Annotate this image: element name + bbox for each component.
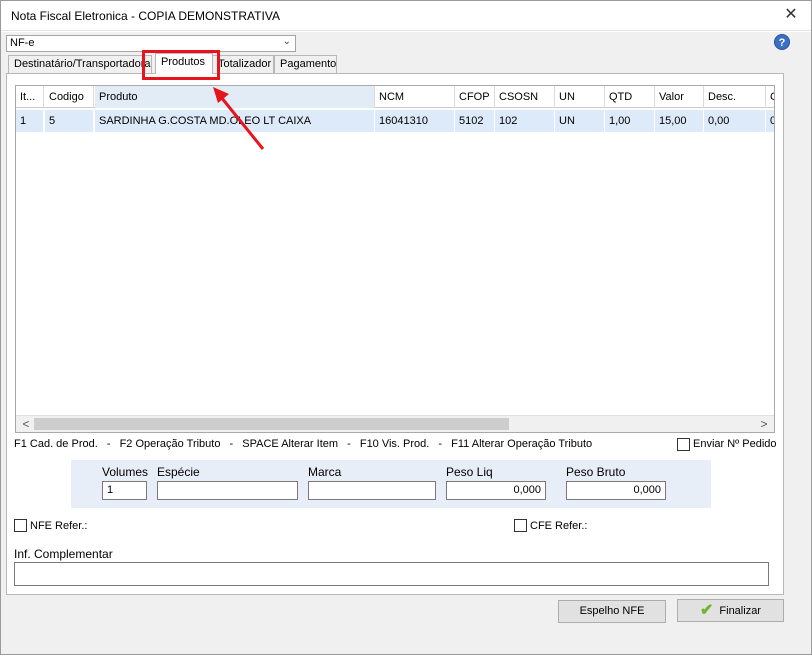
col-header[interactable]: NCM — [375, 86, 455, 108]
shortcut-separator: - — [438, 438, 443, 450]
shortcut-space: SPACE Alterar Item — [242, 438, 339, 450]
chevron-down-icon: ⌄ — [282, 36, 291, 47]
col-header[interactable]: It... — [16, 86, 44, 108]
peso-bruto-label: Peso Bruto — [566, 465, 626, 479]
col-header[interactable]: QTD — [605, 86, 655, 108]
col-header[interactable]: Valor — [655, 86, 704, 108]
peso-liq-label: Peso Liq — [446, 465, 493, 479]
scroll-thumb[interactable] — [34, 418, 509, 430]
table-cell: 1 — [16, 110, 44, 132]
enviar-pedido-checkbox[interactable] — [677, 438, 690, 451]
tab-pagamento[interactable]: Pagamento — [274, 55, 337, 73]
tab-label: Pagamento — [280, 58, 337, 70]
grid-header: It... Codigo Produto NCM CFOP CSOSN UN Q… — [16, 86, 774, 108]
tab-label: Destinatário/Transportadora — [14, 58, 151, 70]
shortcut-separator: - — [229, 438, 234, 450]
shortcut-separator: - — [106, 438, 111, 450]
table-cell: 1,00 — [605, 110, 655, 132]
especie-input[interactable] — [157, 481, 298, 500]
espelho-nfe-label: Espelho NFE — [579, 605, 645, 617]
table-cell: SARDINHA G.COSTA MD.OLEO LT CAIXA — [95, 110, 375, 132]
checkmark-icon: ✔ — [700, 602, 714, 619]
volumes-label: Volumes — [102, 465, 149, 479]
inf-complementar-label: Inf. Complementar — [14, 547, 113, 561]
tab-destinatario[interactable]: Destinatário/Transportadora — [8, 55, 152, 73]
col-header[interactable]: UN — [555, 86, 605, 108]
shortcut-f10: F10 Vis. Prod. — [359, 438, 430, 450]
tab-totalizador[interactable]: Totalizador — [212, 55, 274, 73]
doc-type-select[interactable]: NF-e ⌄ — [6, 35, 296, 52]
marca-label: Marca — [308, 465, 342, 479]
title-bar: Nota Fiscal Eletronica - COPIA DEMONSTRA… — [1, 1, 811, 31]
col-header[interactable]: C — [766, 86, 774, 108]
shortcut-f2: F2 Operação Tributo — [119, 438, 221, 450]
table-cell: UN — [555, 110, 605, 132]
products-grid[interactable]: It... Codigo Produto NCM CFOP CSOSN UN Q… — [15, 85, 775, 433]
col-header[interactable]: CSOSN — [495, 86, 555, 108]
table-cell: 0, — [766, 110, 774, 132]
close-icon[interactable]: ✕ — [781, 5, 801, 25]
table-cell: 5102 — [455, 110, 495, 132]
nfe-refer-label: NFE Refer.: — [30, 520, 88, 532]
espelho-nfe-button[interactable]: Espelho NFE — [558, 600, 666, 623]
table-row[interactable]: 1 5 SARDINHA G.COSTA MD.OLEO LT CAIXA 16… — [16, 110, 774, 132]
horizontal-scrollbar[interactable]: < > — [16, 415, 774, 432]
cfe-refer-label: CFE Refer.: — [530, 520, 588, 532]
col-header[interactable]: Codigo — [45, 86, 94, 108]
doc-type-value: NF-e — [10, 37, 35, 49]
shortcut-hints: F1 Cad. de Prod. - F2 Operação Tributo -… — [14, 438, 598, 450]
enviar-pedido-label: Enviar Nº Pedido — [693, 438, 777, 450]
col-header[interactable]: Desc. — [704, 86, 766, 108]
finalizar-label: Finalizar — [719, 605, 761, 617]
table-cell: 102 — [495, 110, 555, 132]
tab-label: Produtos — [161, 56, 206, 68]
especie-label: Espécie — [157, 465, 200, 479]
marca-input[interactable] — [308, 481, 436, 500]
window-title: Nota Fiscal Eletronica - COPIA DEMONSTRA… — [11, 9, 280, 23]
shortcut-separator: - — [347, 438, 351, 450]
col-header[interactable]: Produto — [95, 86, 375, 108]
table-cell: 16041310 — [375, 110, 455, 132]
peso-bruto-input[interactable]: 0,000 — [566, 481, 666, 500]
shortcut-f11: F11 Alterar Operação Tributo — [451, 438, 593, 450]
table-cell: 5 — [45, 110, 94, 132]
col-header[interactable]: CFOP — [455, 86, 495, 108]
scroll-left-icon[interactable]: < — [18, 416, 34, 432]
table-cell: 15,00 — [655, 110, 704, 132]
nfe-window: Nota Fiscal Eletronica - COPIA DEMONSTRA… — [0, 0, 812, 655]
tab-label: Totalizador — [218, 58, 272, 70]
shortcut-f1: F1 Cad. de Prod. — [14, 438, 98, 450]
tab-produtos[interactable]: Produtos — [155, 53, 213, 74]
finalizar-button[interactable]: ✔ Finalizar — [677, 599, 784, 622]
help-icon[interactable]: ? — [774, 34, 790, 50]
cfe-refer-checkbox[interactable] — [514, 519, 527, 532]
peso-liq-input[interactable]: 0,000 — [446, 481, 546, 500]
volumes-input[interactable]: 1 — [102, 481, 147, 500]
nfe-refer-checkbox[interactable] — [14, 519, 27, 532]
table-cell: 0,00 — [704, 110, 766, 132]
inf-complementar-input[interactable] — [14, 562, 769, 586]
scroll-right-icon[interactable]: > — [756, 416, 772, 432]
